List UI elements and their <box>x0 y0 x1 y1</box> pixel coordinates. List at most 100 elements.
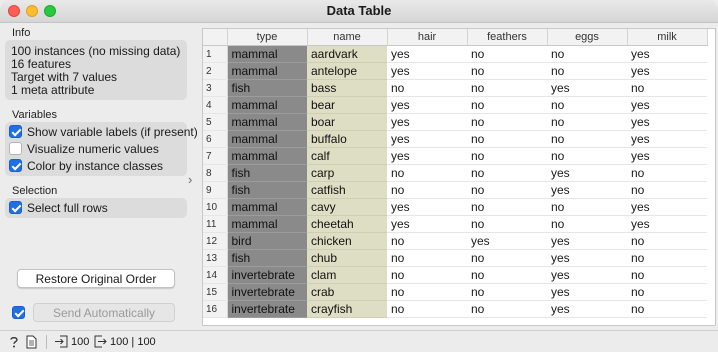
eggs-cell[interactable]: no <box>547 198 627 216</box>
type-cell[interactable]: fish <box>227 249 307 267</box>
feathers-cell[interactable]: no <box>467 79 547 97</box>
table-row[interactable]: 7 mammal calf yes no no yes <box>203 147 707 165</box>
eggs-cell[interactable]: yes <box>547 79 627 97</box>
help-icon[interactable] <box>8 335 20 349</box>
feathers-cell[interactable]: no <box>467 147 547 165</box>
output-summary[interactable]: 100 | 100 <box>94 335 156 348</box>
row-number[interactable]: 11 <box>203 215 228 233</box>
milk-cell[interactable]: no <box>627 232 707 250</box>
milk-cell[interactable]: no <box>627 300 707 318</box>
table-row[interactable]: 15 invertebrate crab no no yes no <box>203 283 707 301</box>
name-cell[interactable]: crayfish <box>307 300 387 318</box>
name-cell[interactable]: boar <box>307 113 387 131</box>
data-table[interactable]: type name hair feathers eggs milk 1 mamma… <box>202 28 716 326</box>
eggs-cell[interactable]: no <box>547 113 627 131</box>
restore-original-order-button[interactable]: Restore Original Order <box>17 269 175 288</box>
type-cell[interactable]: bird <box>227 232 307 250</box>
eggs-cell[interactable]: no <box>547 62 627 80</box>
type-cell[interactable]: mammal <box>227 45 307 63</box>
table-row[interactable]: 11 mammal cheetah yes no no yes <box>203 215 707 233</box>
eggs-cell[interactable]: no <box>547 130 627 148</box>
table-row[interactable]: 4 mammal bear yes no no yes <box>203 96 707 114</box>
eggs-cell[interactable]: yes <box>547 249 627 267</box>
type-cell[interactable]: invertebrate <box>227 300 307 318</box>
feathers-cell[interactable]: no <box>467 283 547 301</box>
maximize-window-button[interactable] <box>44 5 56 17</box>
color-by-class-checkbox[interactable] <box>9 159 22 172</box>
feathers-cell[interactable]: yes <box>467 232 547 250</box>
visualize-numeric-option[interactable]: Visualize numeric values <box>9 140 159 157</box>
name-cell[interactable]: aardvark <box>307 45 387 63</box>
table-row[interactable]: 8 fish carp no no yes no <box>203 164 707 182</box>
column-header[interactable]: eggs <box>547 29 628 46</box>
row-number[interactable]: 15 <box>203 283 228 301</box>
hair-cell[interactable]: yes <box>387 113 467 131</box>
type-cell[interactable]: mammal <box>227 62 307 80</box>
type-cell[interactable]: invertebrate <box>227 266 307 284</box>
hair-cell[interactable]: yes <box>387 147 467 165</box>
type-cell[interactable]: mammal <box>227 198 307 216</box>
row-number[interactable]: 6 <box>203 130 228 148</box>
milk-cell[interactable]: yes <box>627 62 707 80</box>
row-number[interactable]: 16 <box>203 300 228 318</box>
type-cell[interactable]: invertebrate <box>227 283 307 301</box>
feathers-cell[interactable]: no <box>467 300 547 318</box>
feathers-cell[interactable]: no <box>467 266 547 284</box>
feathers-cell[interactable]: no <box>467 96 547 114</box>
name-cell[interactable]: carp <box>307 164 387 182</box>
table-row[interactable]: 10 mammal cavy yes no no yes <box>203 198 707 216</box>
select-full-rows-checkbox[interactable] <box>9 201 22 214</box>
milk-cell[interactable]: yes <box>627 147 707 165</box>
collapse-sidebar-chevron-icon[interactable]: › <box>188 172 192 187</box>
eggs-cell[interactable]: yes <box>547 283 627 301</box>
table-row[interactable]: 5 mammal boar yes no no yes <box>203 113 707 131</box>
column-header[interactable]: name <box>307 29 388 46</box>
row-number[interactable]: 4 <box>203 96 228 114</box>
feathers-cell[interactable]: no <box>467 198 547 216</box>
row-number[interactable]: 8 <box>203 164 228 182</box>
table-row[interactable]: 14 invertebrate clam no no yes no <box>203 266 707 284</box>
hair-cell[interactable]: no <box>387 300 467 318</box>
column-header[interactable]: feathers <box>467 29 548 46</box>
type-cell[interactable]: mammal <box>227 130 307 148</box>
milk-cell[interactable]: no <box>627 164 707 182</box>
name-cell[interactable]: chub <box>307 249 387 267</box>
hair-cell[interactable]: no <box>387 164 467 182</box>
visualize-numeric-checkbox[interactable] <box>9 142 22 155</box>
row-number[interactable]: 10 <box>203 198 228 216</box>
name-cell[interactable]: bass <box>307 79 387 97</box>
hair-cell[interactable]: yes <box>387 96 467 114</box>
column-header[interactable]: hair <box>387 29 468 46</box>
name-cell[interactable]: buffalo <box>307 130 387 148</box>
row-number[interactable]: 13 <box>203 249 228 267</box>
row-number[interactable]: 3 <box>203 79 228 97</box>
eggs-cell[interactable]: no <box>547 215 627 233</box>
milk-cell[interactable]: no <box>627 181 707 199</box>
milk-cell[interactable]: yes <box>627 198 707 216</box>
eggs-cell[interactable]: no <box>547 45 627 63</box>
eggs-cell[interactable]: yes <box>547 164 627 182</box>
hair-cell[interactable]: no <box>387 79 467 97</box>
milk-cell[interactable]: no <box>627 266 707 284</box>
eggs-cell[interactable]: yes <box>547 300 627 318</box>
hair-cell[interactable]: no <box>387 266 467 284</box>
row-number[interactable]: 9 <box>203 181 228 199</box>
name-cell[interactable]: bear <box>307 96 387 114</box>
name-cell[interactable]: cheetah <box>307 215 387 233</box>
row-number[interactable]: 14 <box>203 266 228 284</box>
feathers-cell[interactable]: no <box>467 181 547 199</box>
milk-cell[interactable]: no <box>627 283 707 301</box>
type-cell[interactable]: mammal <box>227 215 307 233</box>
hair-cell[interactable]: yes <box>387 130 467 148</box>
table-row[interactable]: 1 mammal aardvark yes no no yes <box>203 45 707 63</box>
type-cell[interactable]: mammal <box>227 147 307 165</box>
row-number[interactable]: 7 <box>203 147 228 165</box>
select-full-rows-option[interactable]: Select full rows <box>9 199 108 216</box>
close-window-button[interactable] <box>8 5 20 17</box>
eggs-cell[interactable]: yes <box>547 181 627 199</box>
hair-cell[interactable]: no <box>387 232 467 250</box>
hair-cell[interactable]: no <box>387 181 467 199</box>
milk-cell[interactable]: yes <box>627 215 707 233</box>
show-variable-labels-checkbox[interactable] <box>9 125 22 138</box>
column-header[interactable]: type <box>227 29 308 46</box>
